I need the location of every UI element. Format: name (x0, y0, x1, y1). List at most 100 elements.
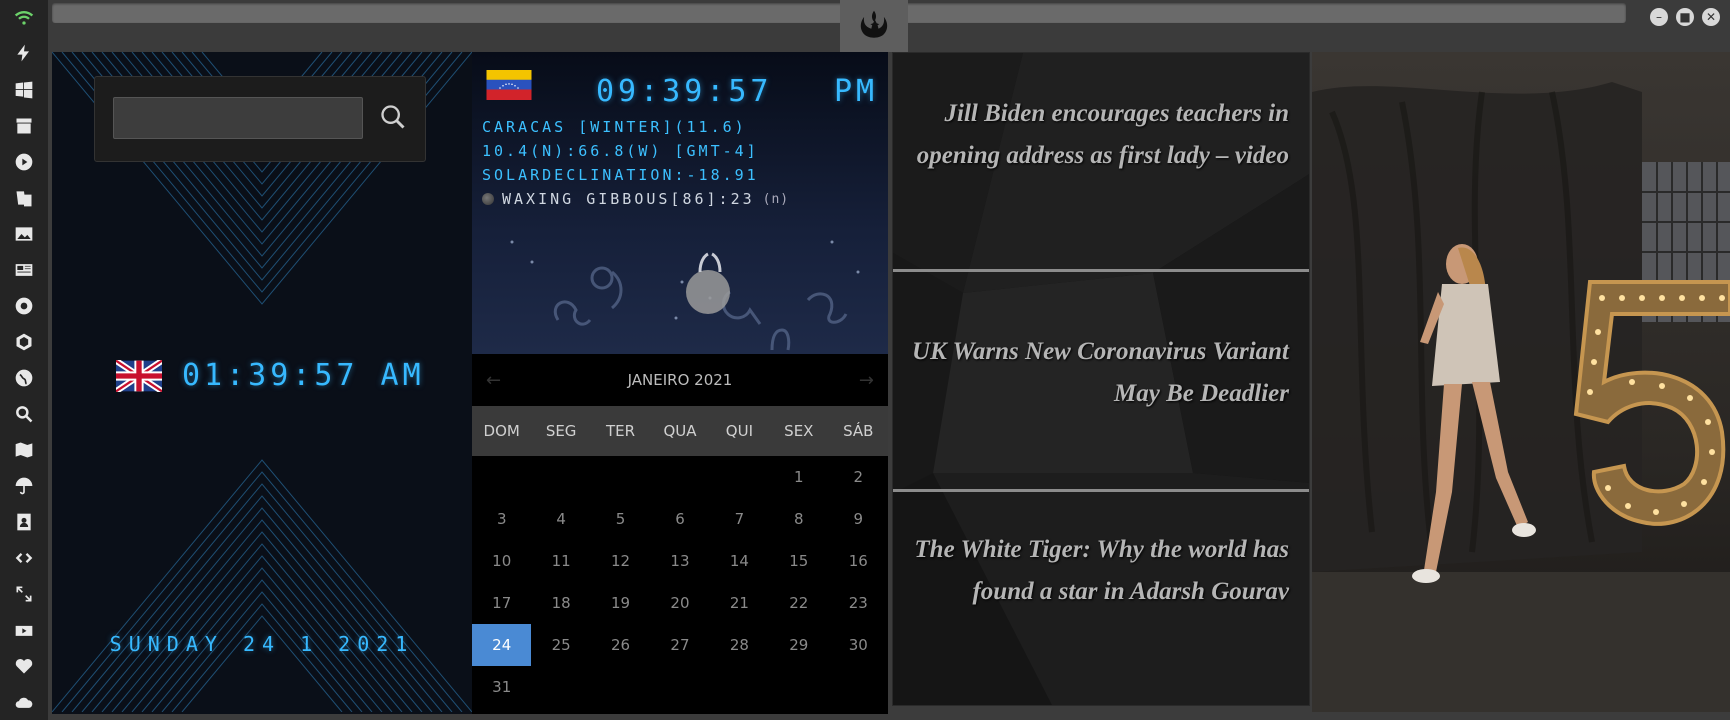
moon-icon (686, 270, 730, 314)
calendar-empty-cell (829, 666, 888, 708)
aperture-icon[interactable] (12, 294, 36, 318)
calendar-empty-cell (531, 456, 590, 498)
rebel-alliance-icon (860, 10, 888, 38)
icon-sidebar (0, 0, 48, 720)
calendar-week: 24 25 26 27 28 29 30 (472, 624, 888, 666)
chevron-pattern-bottom (52, 459, 472, 712)
close-button[interactable]: ✕ (1702, 8, 1720, 26)
calendar-day[interactable]: 31 (472, 666, 531, 708)
date-display: SUNDAY 24 1 2021 (109, 632, 415, 656)
address-bar[interactable] (52, 3, 1626, 23)
map-icon[interactable] (12, 438, 36, 462)
calendar-day[interactable]: 22 (769, 582, 828, 624)
youtube-icon[interactable] (12, 618, 36, 642)
city-info: CARACAS [WINTER](11.6) (482, 118, 747, 136)
minimize-button[interactable]: – (1650, 8, 1668, 26)
calendar-day[interactable]: 17 (472, 582, 531, 624)
uk-time: 01:39:57 AM (182, 358, 425, 393)
calendar-day[interactable]: 28 (710, 624, 769, 666)
news-item[interactable]: UK Warns New Coronavirus Variant May Be … (909, 331, 1289, 415)
weekday-label: QUA (663, 422, 697, 440)
globe-icon[interactable] (12, 366, 36, 390)
news-item[interactable]: The White Tiger: Why the world has found… (909, 529, 1289, 613)
calendar-empty-cell (710, 666, 769, 708)
news-divider (893, 489, 1309, 492)
calendar-day[interactable]: 30 (829, 624, 888, 666)
fashion-photo (1312, 52, 1730, 712)
coords-info: 10.4(N):66.8(W) [GMT-4] (482, 142, 759, 160)
translate-icon[interactable] (12, 186, 36, 210)
calendar-day[interactable]: 9 (829, 498, 888, 540)
weekday-label: SÁB (843, 422, 874, 440)
windows-icon[interactable] (12, 78, 36, 102)
calendar-day[interactable]: 29 (769, 624, 828, 666)
calendar-empty-cell (769, 666, 828, 708)
maximize-button[interactable]: ■ (1676, 8, 1694, 26)
image-icon[interactable] (12, 222, 36, 246)
calendar-day[interactable]: 14 (710, 540, 769, 582)
clock-panel: 01:39:57 AM SUNDAY 24 1 2021 (52, 52, 472, 714)
play-icon[interactable] (12, 150, 36, 174)
hexagon-icon[interactable] (12, 330, 36, 354)
calendar-day[interactable]: 2 (829, 456, 888, 498)
weekday-header: DOM SEG TER QUA QUI SEX SÁB (472, 406, 888, 456)
calendar-day[interactable]: 11 (531, 540, 590, 582)
calendar-day[interactable]: 6 (650, 498, 709, 540)
contacts-icon[interactable] (12, 510, 36, 534)
heart-icon[interactable] (12, 654, 36, 678)
calendar-day[interactable]: 20 (650, 582, 709, 624)
calendar-day[interactable]: 18 (531, 582, 590, 624)
calendar-grid: 1 2 3 4 5 6 7 8 9 10 11 12 13 14 15 16 17 18 19 20 21 22 23 24 2… (472, 456, 888, 708)
code-icon[interactable] (12, 546, 36, 570)
calendar-day[interactable]: 26 (591, 624, 650, 666)
calendar-day[interactable]: 1 (769, 456, 828, 498)
calendar-week: 10 11 12 13 14 15 16 (472, 540, 888, 582)
wifi-icon[interactable] (12, 6, 36, 30)
news-icon[interactable] (12, 258, 36, 282)
calendar-week: 3456789 (472, 498, 888, 540)
calendar-day[interactable]: 15 (769, 540, 828, 582)
photo-panel[interactable] (1312, 52, 1730, 712)
calendar-day[interactable]: 27 (650, 624, 709, 666)
weekday-label: DOM (483, 422, 520, 440)
calendar-day[interactable]: 7 (710, 498, 769, 540)
news-divider (893, 269, 1309, 272)
calendar-day[interactable]: 19 (591, 582, 650, 624)
prev-month-button[interactable]: ← (486, 370, 501, 391)
calendar-week: 31 (472, 666, 888, 708)
calendar-day[interactable]: 21 (710, 582, 769, 624)
calendar-empty-cell (531, 666, 590, 708)
calendar-day[interactable]: 13 (650, 540, 709, 582)
calendar-week: 17 18 19 20 21 22 23 (472, 582, 888, 624)
umbrella-icon[interactable] (12, 474, 36, 498)
calendar-day[interactable]: 12 (591, 540, 650, 582)
calendar-week: 12 (472, 456, 888, 498)
calendar-day[interactable]: 23 (829, 582, 888, 624)
search-button[interactable] (375, 99, 411, 135)
next-month-button[interactable]: → (859, 370, 874, 391)
lightning-icon[interactable] (12, 41, 36, 65)
calendar-day-today[interactable]: 24 (472, 624, 532, 666)
search-icon[interactable] (12, 402, 36, 426)
calendar-empty-cell (472, 456, 531, 498)
calendar-day[interactable]: 4 (531, 498, 590, 540)
expand-icon[interactable] (12, 582, 36, 606)
calendar-panel: 09:39:57 PM CARACAS [WINTER](11.6) 10.4(… (472, 52, 888, 714)
calendar-day[interactable]: 16 (829, 540, 888, 582)
rebel-logo-tab[interactable] (840, 0, 908, 52)
cloud-icon[interactable] (12, 690, 36, 714)
search-input[interactable] (113, 97, 363, 139)
calendar-day[interactable]: 10 (472, 540, 531, 582)
search-box (94, 76, 426, 162)
news-item[interactable]: Jill Biden encourages teachers in openin… (909, 93, 1289, 177)
world-clock: 09:39:57 PM CARACAS [WINTER](11.6) 10.4(… (472, 52, 888, 354)
calendar-title: JANEIRO 2021 (627, 371, 733, 389)
calendar-day[interactable]: 3 (472, 498, 531, 540)
magnifier-icon (381, 105, 405, 129)
calendar-day[interactable]: 25 (531, 624, 590, 666)
calendar-day[interactable]: 8 (769, 498, 828, 540)
local-time: 09:39:57 (596, 74, 773, 109)
archive-icon[interactable] (12, 114, 36, 138)
calendar-empty-cell (591, 456, 650, 498)
calendar-day[interactable]: 5 (591, 498, 650, 540)
